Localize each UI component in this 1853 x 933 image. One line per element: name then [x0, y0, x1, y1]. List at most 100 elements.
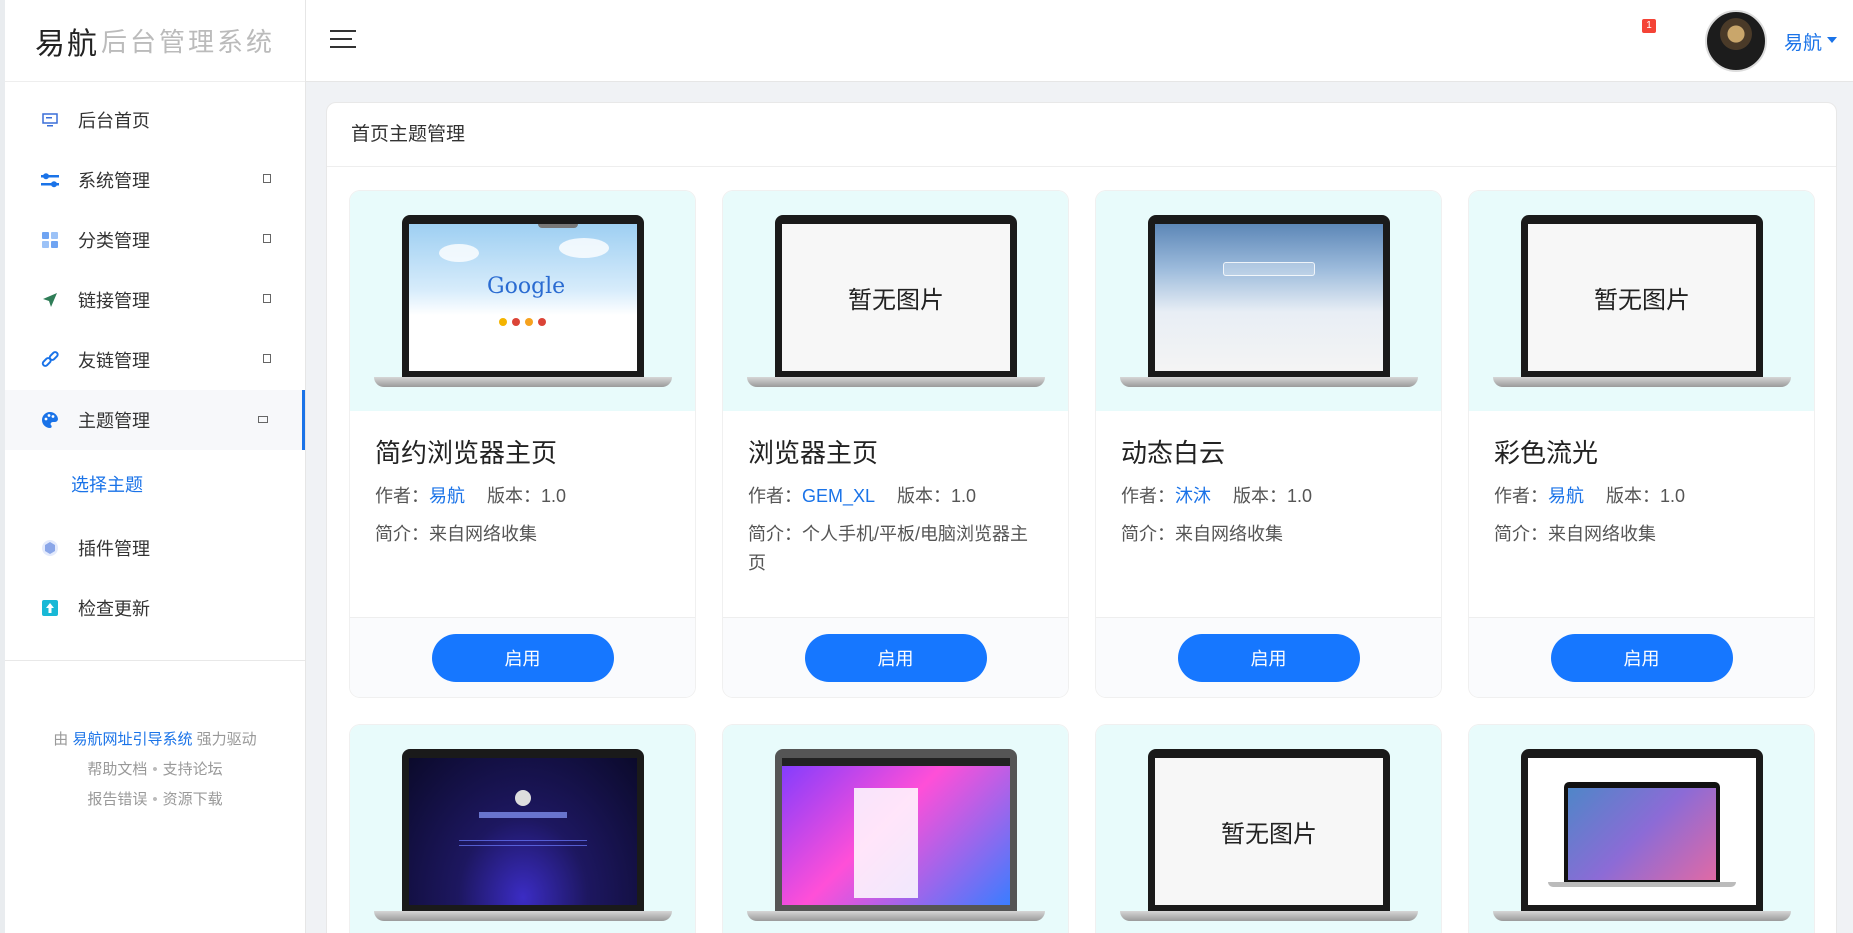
sidebar-item-label: 链接管理	[78, 291, 150, 311]
version-value: 1.0	[951, 486, 977, 506]
author-label: 作者：	[375, 486, 429, 506]
footer-suffix: 强力驱动	[196, 731, 257, 748]
theme-title: 动态白云	[1121, 438, 1226, 468]
sidebar-item-category[interactable]: 分类管理	[5, 210, 305, 270]
theme-card	[350, 725, 695, 933]
theme-card: 暂无图片	[1096, 725, 1441, 933]
page-title: 首页主题管理	[327, 103, 1836, 167]
palette-icon	[40, 410, 60, 430]
no-image-text: 暂无图片	[1528, 224, 1756, 371]
laptop-preview	[747, 749, 1045, 921]
plugin-icon	[40, 538, 60, 558]
sidebar-item-themes[interactable]: 主题管理	[5, 390, 305, 450]
user-menu[interactable]: 易航	[1784, 28, 1822, 55]
card-footer: 启用	[1469, 617, 1814, 697]
desc-label: 简介：	[1494, 524, 1548, 544]
enable-button[interactable]: 启用	[804, 633, 987, 682]
logo-main: 易航	[35, 26, 99, 62]
theme-card	[1469, 725, 1814, 933]
laptop-preview: 暂无图片	[747, 215, 1045, 387]
laptop-preview: 暂无图片	[1120, 749, 1418, 921]
footer-brand-link[interactable]: 易航网址引导系统	[72, 731, 192, 748]
sidebar-item-plugins[interactable]: 插件管理	[5, 518, 305, 578]
sliders-icon	[40, 170, 60, 190]
theme-description: 简介：来自网络收集	[1121, 520, 1416, 549]
version-label: 版本：	[1606, 486, 1660, 506]
theme-thumbnail: Google	[350, 191, 695, 411]
theme-meta: 作者：GEM_XL 版本：1.0	[748, 482, 1043, 508]
desc-label: 简介：	[1121, 524, 1175, 544]
theme-card: 暂无图片 浏览器主页 作者：GEM_XL 版本：1.0 简介：个人手机/平板/电脑…	[723, 191, 1068, 697]
collapse-icon	[258, 416, 268, 423]
laptop-preview	[1493, 749, 1791, 921]
theme-card: Google 简约浏览器主页 作者：易航 版本：1.0 简介：来自网络收集 启用	[350, 191, 695, 697]
sidebar-item-update[interactable]: 检查更新	[5, 578, 305, 638]
theme-thumbnail: 暂无图片	[723, 191, 1068, 411]
footer-prefix: 由	[53, 731, 69, 748]
sidebar-item-label: 后台首页	[78, 111, 150, 131]
theme-title: 简约浏览器主页	[375, 438, 558, 468]
theme-thumbnail: 暂无图片	[1096, 725, 1441, 933]
expand-icon	[263, 354, 271, 363]
sidebar-item-links[interactable]: 链接管理	[5, 270, 305, 330]
theme-thumbnail: 暂无图片	[1469, 191, 1814, 411]
author-link[interactable]: 易航	[1548, 486, 1584, 506]
sidebar-item-label: 友链管理	[78, 351, 150, 371]
sidebar-item-friendlinks[interactable]: 友链管理	[5, 330, 305, 390]
monitor-icon	[40, 110, 60, 130]
forum-link[interactable]: 支持论坛	[163, 761, 223, 778]
sidebar-subitem-select-theme[interactable]: 选择主题	[5, 450, 305, 518]
help-docs-link[interactable]: 帮助文档	[87, 761, 147, 778]
theme-card: 动态白云 作者：沐沐 版本：1.0 简介：来自网络收集 启用	[1096, 191, 1441, 697]
author-label: 作者：	[1494, 486, 1548, 506]
theme-meta: 作者：易航 版本：1.0	[375, 482, 670, 508]
version-value: 1.0	[1660, 486, 1686, 506]
theme-thumbnail	[1096, 191, 1441, 411]
menu-toggle-icon[interactable]	[330, 30, 356, 50]
expand-icon	[263, 234, 271, 243]
no-image-text: 暂无图片	[782, 224, 1010, 371]
author-link[interactable]: GEM_XL	[802, 486, 875, 506]
download-link[interactable]: 资源下载	[163, 791, 223, 808]
theme-description: 简介：来自网络收集	[1494, 520, 1789, 549]
sidebar-menu: 后台首页 系统管理 分类管理 链接管理 友链管理 主题管理 选择主题 插件管理 …	[5, 82, 305, 638]
caret-down-icon[interactable]	[1827, 37, 1837, 43]
laptop-preview	[374, 749, 672, 921]
sidebar-item-label: 分类管理	[78, 231, 150, 251]
top-header: 1 易航	[306, 0, 1853, 82]
desc-text: 来自网络收集	[1548, 524, 1656, 544]
sidebar: 易航 后台管理系统 后台首页 系统管理 分类管理 链接管理 友链管理 主题管理 …	[0, 0, 306, 933]
sidebar-footer: 由 易航网址引导系统 强力驱动 帮助文档 • 支持论坛 报告错误 • 资源下载	[53, 731, 257, 808]
theme-thumbnail	[1469, 725, 1814, 933]
avatar[interactable]	[1705, 10, 1767, 72]
author-link[interactable]: 易航	[429, 486, 465, 506]
version-label: 版本：	[1233, 486, 1287, 506]
laptop-preview: Google	[374, 215, 672, 387]
theme-title: 浏览器主页	[748, 438, 879, 468]
expand-icon	[263, 294, 271, 303]
report-bug-link[interactable]: 报告错误	[87, 791, 147, 808]
sidebar-item-label: 系统管理	[78, 171, 150, 191]
enable-button[interactable]: 启用	[1550, 633, 1733, 682]
theme-description: 简介：个人手机/平板/电脑浏览器主页	[748, 520, 1043, 578]
upload-icon	[40, 598, 60, 618]
desc-label: 简介：	[748, 524, 802, 544]
desc-text: 来自网络收集	[429, 524, 537, 544]
theme-card	[723, 725, 1068, 933]
sidebar-item-system[interactable]: 系统管理	[5, 150, 305, 210]
theme-thumbnail	[723, 725, 1068, 933]
no-image-text: 暂无图片	[1155, 758, 1383, 905]
logo-sub: 后台管理系统	[101, 27, 276, 57]
version-label: 版本：	[897, 486, 952, 506]
desc-label: 简介：	[375, 524, 429, 544]
notification-badge[interactable]: 1	[1642, 19, 1656, 33]
card-footer: 启用	[723, 617, 1068, 697]
enable-button[interactable]: 启用	[1177, 633, 1360, 682]
author-label: 作者：	[748, 486, 802, 506]
version-value: 1.0	[541, 486, 567, 506]
enable-button[interactable]: 启用	[431, 633, 614, 682]
sidebar-item-home[interactable]: 后台首页	[5, 90, 305, 150]
app-logo[interactable]: 易航 后台管理系统	[5, 0, 305, 82]
author-link[interactable]: 沐沐	[1175, 486, 1211, 506]
laptop-preview	[1120, 215, 1418, 387]
